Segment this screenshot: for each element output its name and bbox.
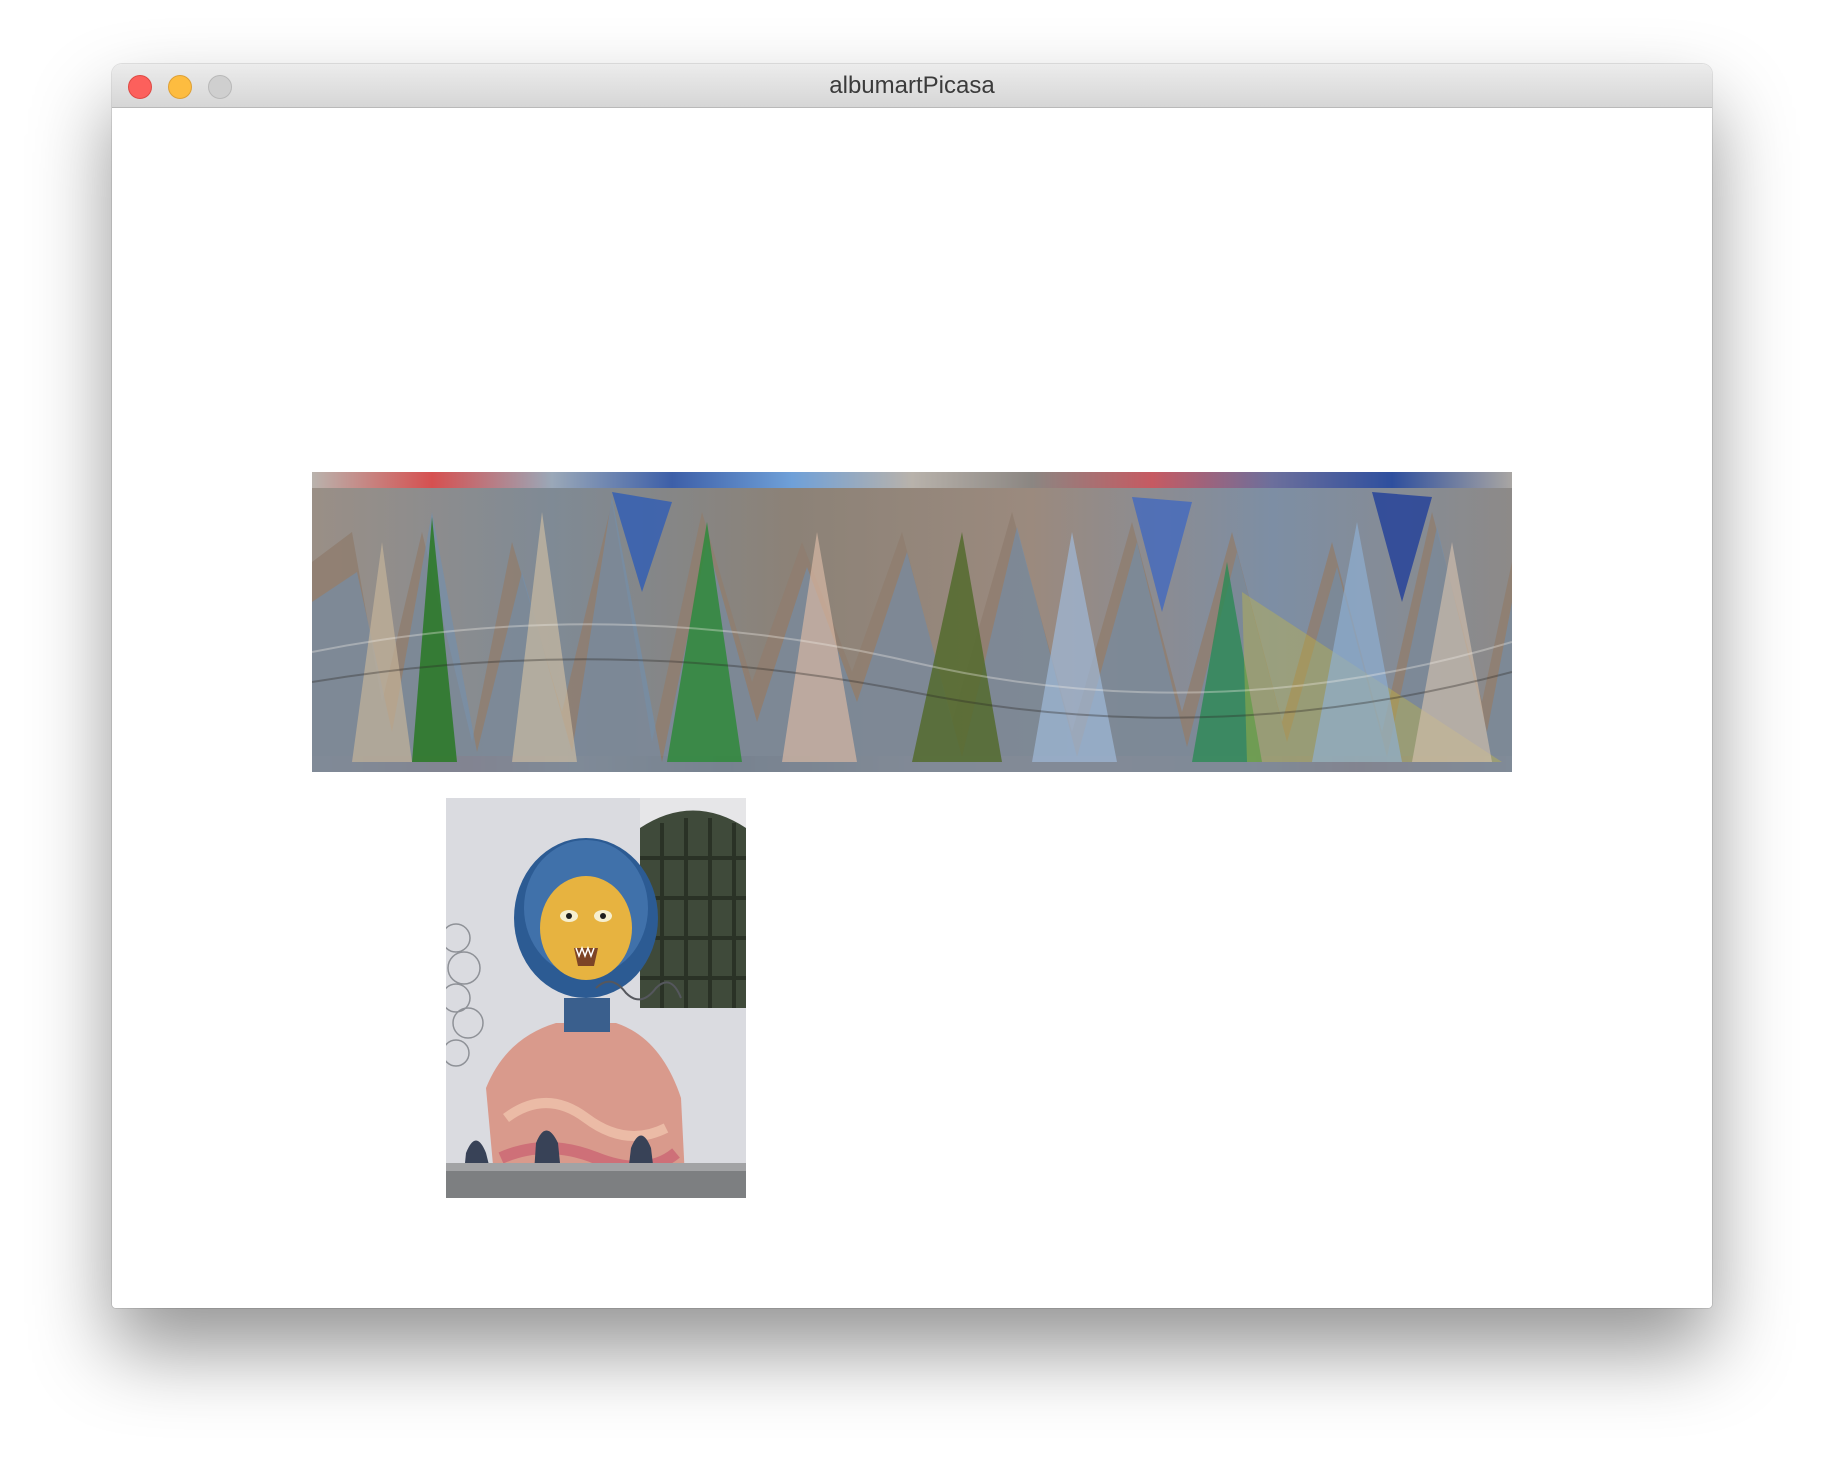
title-bar[interactable]: albumartPicasa	[112, 64, 1712, 108]
window-title: albumartPicasa	[829, 72, 995, 99]
graffiti-photo-graphic	[446, 798, 746, 1198]
canvas-area	[112, 108, 1712, 1308]
graffiti-portrait-photo	[446, 798, 746, 1198]
app-window: albumartPicasa	[112, 64, 1712, 1308]
wave-art-graphic	[312, 472, 1512, 772]
distorted-album-art-image	[312, 472, 1512, 772]
